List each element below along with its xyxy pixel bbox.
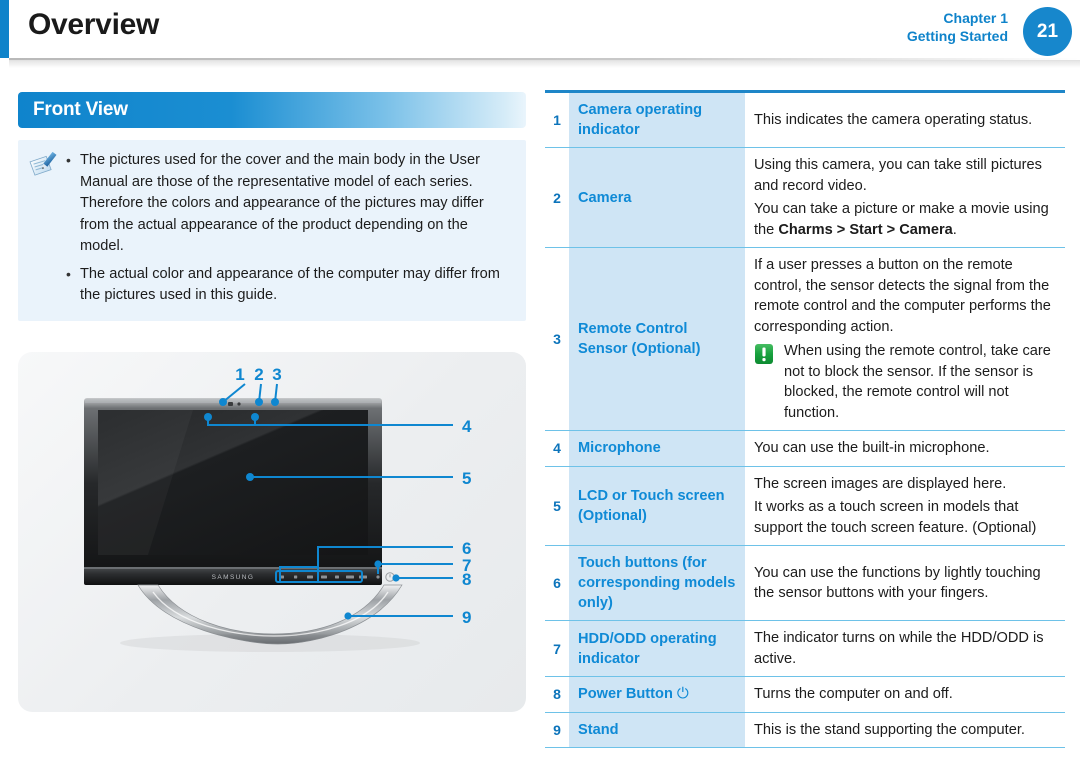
note-pen-icon xyxy=(28,150,60,307)
row-description: The screen images are displayed here. It… xyxy=(745,466,1065,546)
list-item: • The pictures used for the cover and th… xyxy=(66,150,514,258)
page-header: Overview Chapter 1 Getting Started 21 xyxy=(0,0,1080,68)
row-label: Microphone xyxy=(569,430,745,466)
table-row: 2 Camera Using this camera, you can take… xyxy=(545,147,1065,248)
section-header-front-view: Front View xyxy=(18,92,526,128)
manual-page: Overview Chapter 1 Getting Started 21 Fr… xyxy=(0,0,1080,766)
description-paragraph: Using this camera, you can take still pi… xyxy=(754,157,1042,194)
row-number: 3 xyxy=(545,247,569,431)
chapter-number: Chapter 1 xyxy=(943,10,1008,26)
row-number: 9 xyxy=(545,712,569,748)
caution-exclamation-icon xyxy=(754,341,776,423)
power-icon: ⏻ xyxy=(676,685,689,703)
row-label-text: Power Button xyxy=(578,686,673,703)
row-description: The indicator turns on while the HDD/ODD… xyxy=(745,620,1065,677)
description-paragraph: The screen images are displayed here. xyxy=(754,475,1007,492)
list-item: • The actual color and appearance of the… xyxy=(66,264,514,307)
callout-1: 1 xyxy=(235,365,244,384)
row-description: You can use the functions by lightly tou… xyxy=(745,545,1065,621)
row-label: Stand xyxy=(569,712,745,748)
row-label: Power Button ⏻ xyxy=(569,676,745,712)
row-label: LCD or Touch screen (Optional) xyxy=(569,466,745,546)
description-paragraph: This indicates the camera operating stat… xyxy=(754,111,1033,128)
row-description: You can use the built-in microphone. xyxy=(745,430,1065,466)
page-number-badge: 21 xyxy=(1023,7,1072,56)
description-paragraph: If a user presses a button on the remote… xyxy=(754,257,1051,335)
note-bullet-list: • The pictures used for the cover and th… xyxy=(66,150,514,307)
description-paragraph: Turns the computer on and off. xyxy=(754,686,953,702)
bullet-marker: • xyxy=(66,152,71,168)
row-label: HDD/ODD operating indicator xyxy=(569,620,745,677)
caution-note: When using the remote control, take care… xyxy=(754,341,1061,423)
row-label: Touch buttons (for corresponding models … xyxy=(569,545,745,621)
header-accent-bar xyxy=(0,0,9,58)
table-row: 4 Microphone You can use the built-in mi… xyxy=(545,430,1065,466)
description-paragraph: The indicator turns on while the HDD/ODD… xyxy=(754,630,1044,667)
row-number: 6 xyxy=(545,545,569,621)
row-description: Using this camera, you can take still pi… xyxy=(745,147,1065,248)
header-divider-line xyxy=(9,58,1080,60)
left-column: Front View • The pictures used for the c… xyxy=(18,92,526,321)
section-title: Front View xyxy=(33,99,128,120)
row-number: 8 xyxy=(545,676,569,712)
table-row: 5 LCD or Touch screen (Optional) The scr… xyxy=(545,466,1065,546)
table-row: 3 Remote Control Sensor (Optional) If a … xyxy=(545,247,1065,431)
row-description: If a user presses a button on the remote… xyxy=(745,247,1065,431)
table-row: 7 HDD/ODD operating indicator The indica… xyxy=(545,620,1065,677)
description-paragraph: It works as a touch screen in models tha… xyxy=(754,499,1037,536)
row-description: Turns the computer on and off. xyxy=(745,676,1065,712)
description-paragraph: You can use the functions by lightly tou… xyxy=(754,564,1041,602)
description-paragraph: This is the stand supporting the compute… xyxy=(754,721,1025,738)
chapter-name: Getting Started xyxy=(906,28,1008,45)
row-number: 7 xyxy=(545,620,569,677)
page-title: Overview xyxy=(28,8,160,41)
note-text: The actual color and appearance of the c… xyxy=(80,265,500,304)
bullet-marker: • xyxy=(66,265,71,282)
row-label: Remote Control Sensor (Optional) xyxy=(569,247,745,431)
front-view-illustration-panel: SAMSUNG 1 2 3 4 5 6 7 8 9 xyxy=(18,352,526,712)
desc-bold: Charms > Start > Camera xyxy=(778,221,953,238)
caution-text: When using the remote control, take care… xyxy=(784,343,1051,421)
component-spec-table: 1 Camera operating indicator This indica… xyxy=(545,90,1065,748)
description-paragraph-rich: You can take a picture or make a movie u… xyxy=(754,199,1061,240)
row-label: Camera operating indicator xyxy=(569,90,745,148)
table-row: 6 Touch buttons (for corresponding model… xyxy=(545,545,1065,621)
all-in-one-pc-illustration: SAMSUNG 1 2 3 4 5 6 7 8 9 xyxy=(84,365,472,652)
row-description: This is the stand supporting the compute… xyxy=(745,712,1065,748)
callout-3: 3 xyxy=(272,365,281,384)
table-row: 9 Stand This is the stand supporting the… xyxy=(545,712,1065,748)
callout-4: 4 xyxy=(462,417,472,436)
desc-suffix: . xyxy=(952,221,957,238)
row-number: 4 xyxy=(545,430,569,466)
row-number: 1 xyxy=(545,90,569,148)
row-number: 2 xyxy=(545,147,569,248)
note-text: The pictures used for the cover and the … xyxy=(80,152,484,254)
callout-2: 2 xyxy=(254,365,263,384)
callout-9: 9 xyxy=(462,608,471,627)
callout-8: 8 xyxy=(462,570,471,589)
row-description: This indicates the camera operating stat… xyxy=(745,90,1065,148)
table-row: 8 Power Button ⏻ Turns the computer on a… xyxy=(545,676,1065,712)
table-row: 1 Camera operating indicator This indica… xyxy=(545,90,1065,148)
chapter-label: Chapter 1 Getting Started xyxy=(907,9,1008,46)
description-paragraph: You can use the built-in microphone. xyxy=(754,440,990,456)
note-callout-box: • The pictures used for the cover and th… xyxy=(18,140,526,321)
callout-5: 5 xyxy=(462,469,471,488)
svg-text:SAMSUNG: SAMSUNG xyxy=(212,574,255,581)
row-number: 5 xyxy=(545,466,569,546)
row-label: Camera xyxy=(569,147,745,248)
